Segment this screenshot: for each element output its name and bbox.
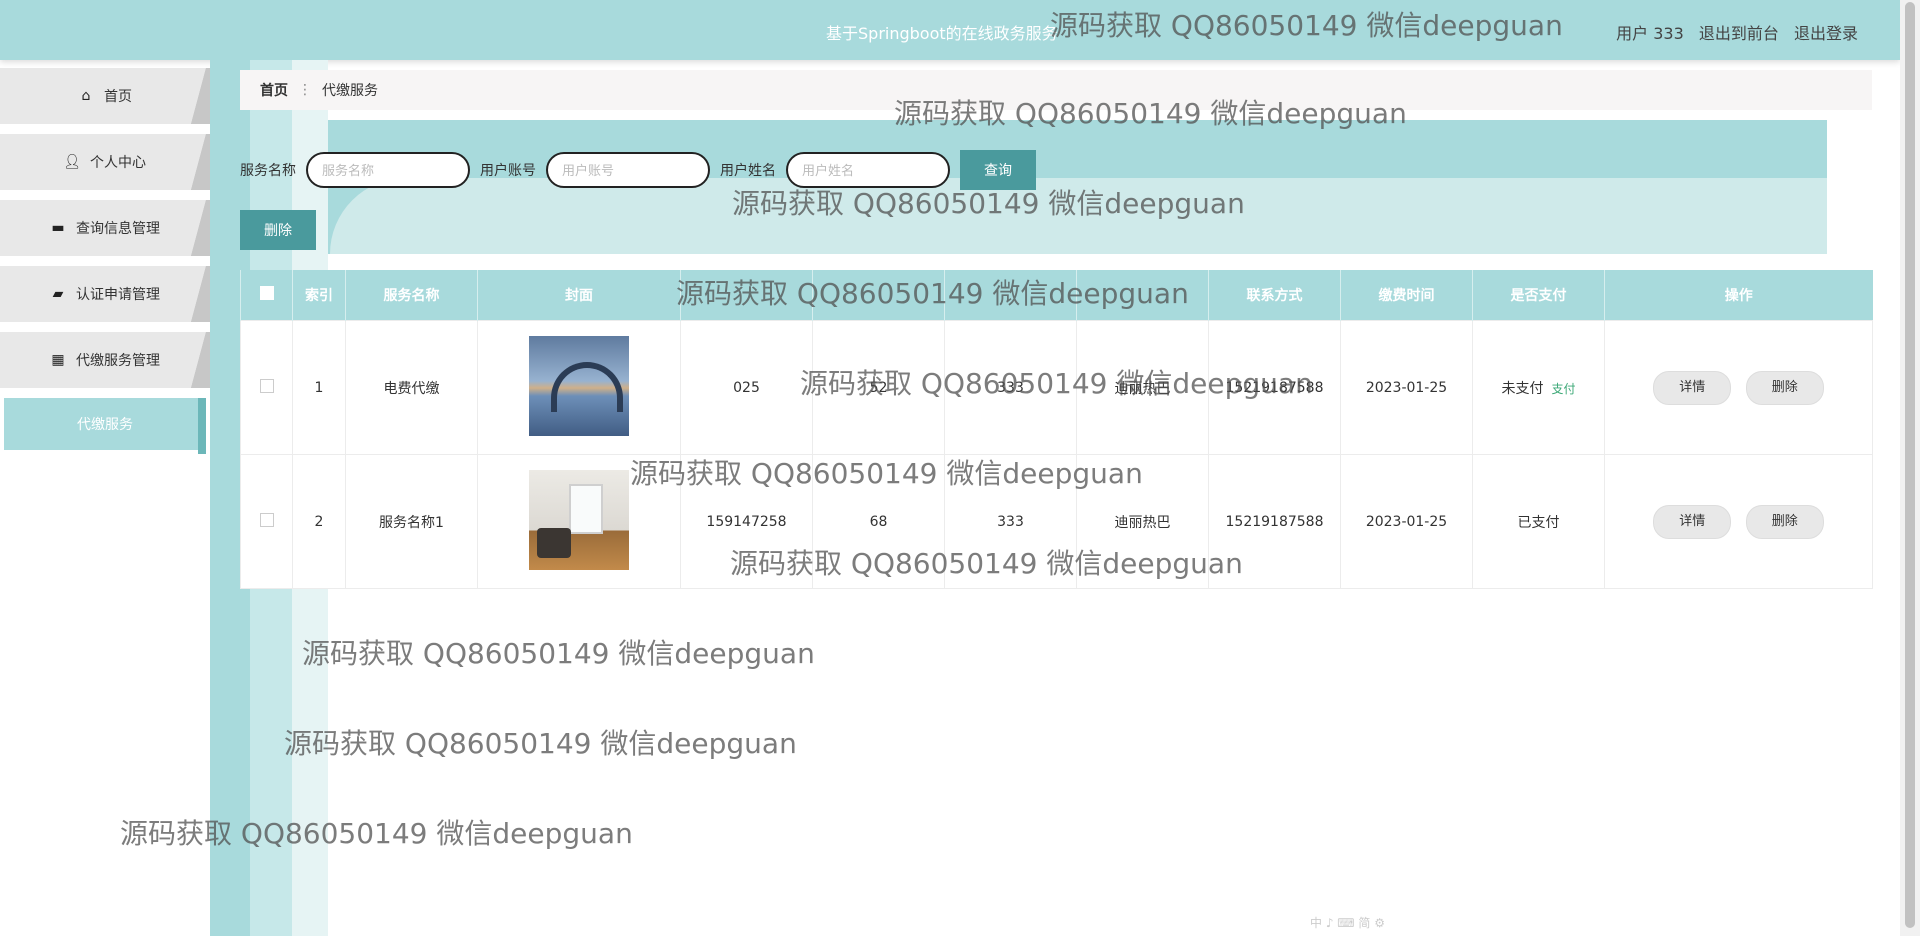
cell-value: 迪丽热巴 [1076,320,1209,455]
sidebar-item-label: 查询信息管理 [76,221,160,237]
sidebar-subitem-label: 代缴服务 [77,417,133,433]
service-name-input[interactable] [306,152,470,188]
col-header [812,270,945,321]
paid-status: 未支付 [1501,380,1544,397]
row-checkbox[interactable] [259,378,274,393]
delete-button[interactable]: 删除 [1745,504,1824,539]
col-header: 联系方式 [1208,270,1341,321]
watermark-text: 源码获取 QQ86050149 微信deepguan [284,727,797,760]
user-name: 用户 333 [1616,24,1684,43]
sidebar-item-home[interactable]: ⌂ 首页 [0,68,210,124]
detail-button[interactable]: 详情 [1653,504,1732,539]
sidebar-item-query-info[interactable]: ▬ 查询信息管理 [0,200,210,256]
col-header [680,270,813,321]
table-row: 1 电费代缴 025 52 333 迪丽热巴 15219187588 2023-… [240,320,1873,455]
watermark-text: 源码获取 QQ86050149 微信deepguan [120,817,633,850]
col-header: 封面 [477,270,681,321]
sidebar-item-label: 首页 [104,89,132,105]
col-header [944,270,1077,321]
cover-image[interactable] [529,469,629,570]
sidebar-item-label: 代缴服务管理 [76,353,160,369]
data-table: 索引 服务名称 封面 联系方式 缴费时间 是否支付 操作 1 电费代缴 025 … [240,270,1873,589]
cell-time: 2023-01-25 [1340,454,1473,589]
cell-phone: 15219187588 [1208,454,1341,589]
breadcrumb-current: 代缴服务 [322,83,378,99]
col-header: 缴费时间 [1340,270,1473,321]
select-all-cell[interactable] [240,270,293,321]
app-title: 基于Springboot的在线政务服务 [826,24,1058,43]
top-right-links: 用户 333 退出到前台 退出登录 [1606,20,1858,44]
breadcrumb-home[interactable]: 首页 [260,80,288,100]
cell-value: 333 [944,454,1077,589]
sidebar-item-label: 个人中心 [90,155,146,171]
col-header: 是否支付 [1472,270,1605,321]
grid-icon: ▦ [51,352,65,368]
cell-index: 1 [292,320,346,455]
to-front-link[interactable]: 退出到前台 [1699,24,1779,43]
cell-phone: 15219187588 [1208,320,1341,455]
table-row: 2 服务名称1 159147258 68 333 迪丽热巴 1521918758… [240,454,1873,589]
col-header: 索引 [292,270,346,321]
breadcrumb-separator: ⋮ [298,82,312,98]
logout-link[interactable]: 退出登录 [1794,24,1858,43]
top-bar: 基于Springboot的在线政务服务 用户 333 退出到前台 退出登录 [0,0,1900,60]
cell-value: 159147258 [680,454,813,589]
delete-button[interactable]: 删除 [1745,370,1824,405]
sidebar-item-personal-center[interactable]: 👤︎ 个人中心 [0,134,210,190]
cell-value: 迪丽热巴 [1076,454,1209,589]
cell-value: 52 [812,320,945,455]
service-name-label: 服务名称 [240,163,296,179]
sidebar-subitem-payment[interactable]: 代缴服务 [4,398,206,454]
user-account-input[interactable] [546,152,710,188]
cell-index: 2 [292,454,346,589]
watermark-text: 源码获取 QQ86050149 微信deepguan [302,637,815,670]
monitor-icon: ▬ [51,220,65,236]
ime-toolbar[interactable]: 中 ♪ ⌨ 简 ⚙ [1310,914,1385,931]
cell-time: 2023-01-25 [1340,320,1473,455]
user-name-label: 用户姓名 [720,163,776,179]
wallet-icon: ▰ [52,286,64,302]
paid-status: 已支付 [1517,514,1560,531]
user-icon: 👤︎ [63,154,81,170]
sidebar-item-label: 认证申请管理 [76,287,160,303]
pay-link[interactable]: 支付 [1551,382,1575,396]
col-header: 操作 [1604,270,1873,321]
table-header-row: 索引 服务名称 封面 联系方式 缴费时间 是否支付 操作 [240,270,1873,321]
select-all-checkbox[interactable] [259,286,274,300]
cell-value: 68 [812,454,945,589]
home-icon: ⌂ [81,88,91,104]
scrollbar-thumb[interactable] [1905,2,1915,928]
row-checkbox[interactable] [259,512,274,527]
cover-image[interactable] [529,335,629,436]
user-name-input[interactable] [786,152,950,188]
detail-button[interactable]: 详情 [1653,370,1732,405]
breadcrumb: 首页 ⋮ 代缴服务 [240,70,1872,110]
cell-service: 电费代缴 [345,320,478,455]
query-button[interactable]: 查询 [960,150,1036,190]
col-header [1076,270,1209,321]
cell-value: 025 [680,320,813,455]
sidebar-item-payment-service[interactable]: ▦ 代缴服务管理 [0,332,210,388]
vertical-scrollbar[interactable] [1900,0,1920,936]
sidebar: ⌂ 首页 👤︎ 个人中心 ▬ 查询信息管理 ▰ 认证申请管理 ▦ 代缴服务管理 … [0,68,210,460]
search-form: 服务名称 用户账号 用户姓名 查询 [240,150,1036,190]
col-header: 服务名称 [345,270,478,321]
cell-value: 333 [944,320,1077,455]
batch-delete-button[interactable]: 删除 [240,210,316,250]
cell-service: 服务名称1 [345,454,478,589]
sidebar-item-certification[interactable]: ▰ 认证申请管理 [0,266,210,322]
user-account-label: 用户账号 [480,163,536,179]
